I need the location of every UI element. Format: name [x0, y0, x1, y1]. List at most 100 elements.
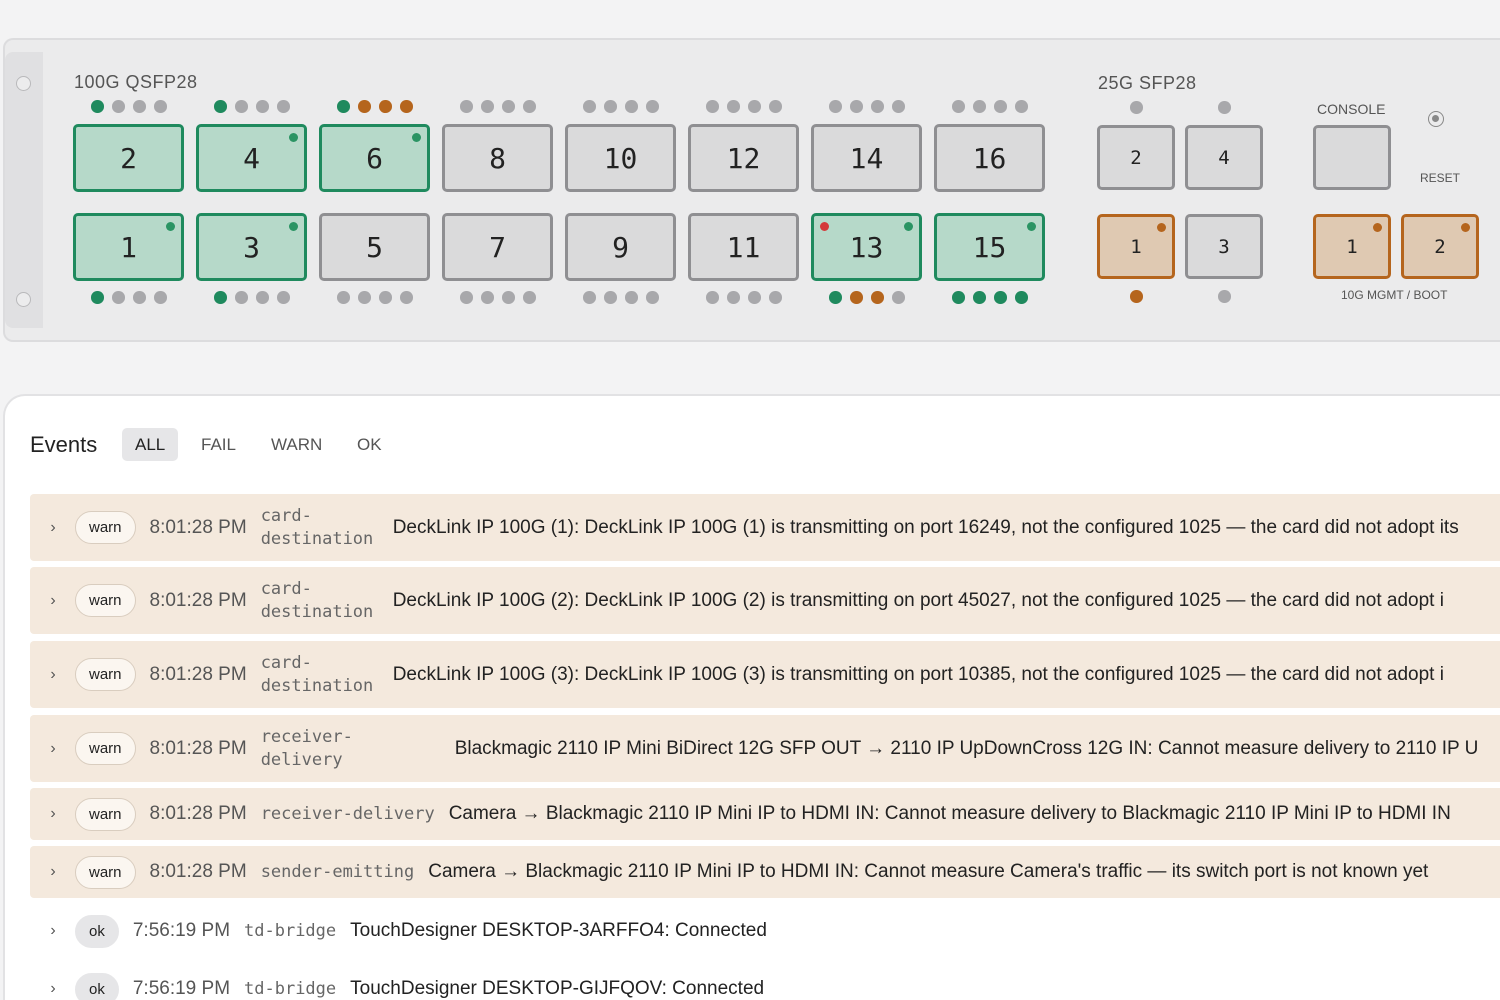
- lane-led-icon: [112, 291, 125, 304]
- lane-led-icon: [604, 100, 617, 113]
- qsfp-port-8[interactable]: 8: [442, 124, 553, 192]
- lane-led-icon: [583, 100, 596, 113]
- lane-led-icon: [748, 291, 761, 304]
- port-label: 14: [849, 141, 884, 175]
- qsfp-port-14[interactable]: 14: [811, 124, 922, 192]
- mgmt-port-2[interactable]: 2: [1401, 214, 1479, 279]
- lane-led-icon: [337, 291, 350, 304]
- event-time: 8:01:28 PM: [149, 861, 247, 882]
- qsfp-port-1[interactable]: 1: [73, 213, 184, 281]
- qsfp-port-3[interactable]: 3: [196, 213, 307, 281]
- lane-led-icon: [646, 100, 659, 113]
- port-label: 16: [972, 141, 1007, 175]
- port-label: 2: [1434, 235, 1446, 258]
- qsfp-lane-leds-16: [952, 100, 1028, 113]
- chevron-right-icon[interactable]: ›: [46, 863, 60, 881]
- event-time: 7:56:19 PM: [132, 920, 231, 941]
- sfp-port-1[interactable]: 1: [1097, 214, 1175, 279]
- chevron-right-icon[interactable]: ›: [46, 805, 60, 823]
- port-label: 1: [120, 230, 137, 264]
- qsfp-port-5[interactable]: 5: [319, 213, 430, 281]
- sfp-port-2[interactable]: 2: [1097, 125, 1175, 190]
- event-row[interactable]: › ok 7:56:19 PM td-bridge TouchDesigner DESK…: [30, 963, 1500, 1000]
- lane-led-icon: [748, 100, 761, 113]
- event-row[interactable]: › warn 8:01:28 PM card-destination DeckLink …: [30, 641, 1500, 708]
- lane-led-icon: [523, 291, 536, 304]
- qsfp-port-10[interactable]: 10: [565, 124, 676, 192]
- qsfp-port-7[interactable]: 7: [442, 213, 553, 281]
- filter-tab-all[interactable]: ALL: [122, 428, 179, 461]
- chevron-right-icon[interactable]: ›: [46, 740, 60, 758]
- chevron-right-icon[interactable]: ›: [46, 980, 60, 998]
- lane-led-icon: [1218, 101, 1231, 114]
- lane-led-icon: [112, 100, 125, 113]
- qsfp-lane-leds-10: [583, 100, 659, 113]
- qsfp-port-4[interactable]: 4: [196, 124, 307, 192]
- port-label: 5: [366, 230, 383, 264]
- port-label: 4: [1218, 146, 1230, 169]
- chevron-right-icon[interactable]: ›: [46, 592, 60, 610]
- event-time: 8:01:28 PM: [149, 516, 247, 538]
- event-row[interactable]: › warn 8:01:28 PM card-destination DeckLink …: [30, 494, 1500, 561]
- rack-screw-icon: [16, 76, 31, 91]
- sfp-port-4[interactable]: 4: [1185, 125, 1263, 190]
- qsfp-port-2[interactable]: 2: [73, 124, 184, 192]
- port-label: 3: [1218, 235, 1230, 258]
- console-label: CONSOLE: [1317, 101, 1386, 117]
- lane-led-icon: [706, 100, 719, 113]
- qsfp-port-15[interactable]: 15: [934, 213, 1045, 281]
- event-row[interactable]: › warn 8:01:28 PM receiver-delivery Camera →…: [30, 788, 1500, 840]
- qsfp-lane-leds-9: [583, 291, 659, 304]
- lane-led-icon: [481, 100, 494, 113]
- event-row[interactable]: › ok 7:56:19 PM td-bridge TouchDesigner DESK…: [30, 905, 1500, 957]
- event-message: Camera → Blackmagic 2110 IP Mini IP to H…: [428, 861, 1429, 882]
- lane-led-icon: [583, 291, 596, 304]
- qsfp-port-16[interactable]: 16: [934, 124, 1045, 192]
- qsfp-port-9[interactable]: 9: [565, 213, 676, 281]
- event-row[interactable]: › warn 8:01:28 PM receiver-delivery Blackmag…: [30, 715, 1500, 782]
- filter-tab-warn[interactable]: WARN: [258, 428, 335, 461]
- chevron-right-icon[interactable]: ›: [46, 922, 60, 940]
- reset-button-icon[interactable]: [1428, 111, 1444, 127]
- event-source: card-destination: [260, 505, 374, 549]
- lane-led-icon: [256, 100, 269, 113]
- qsfp-port-12[interactable]: 12: [688, 124, 799, 192]
- lane-led-icon: [214, 100, 227, 113]
- event-time: 8:01:28 PM: [149, 589, 247, 611]
- lane-led-icon: [1130, 101, 1143, 114]
- console-port[interactable]: [1313, 125, 1391, 190]
- event-source: td-bridge: [244, 920, 337, 941]
- lane-led-icon: [277, 100, 290, 113]
- link-led-icon: [1027, 222, 1036, 231]
- event-message: TouchDesigner DESKTOP-3ARFFO4: Connected: [350, 920, 767, 941]
- rack-ear: [5, 52, 43, 328]
- port-label: 9: [612, 230, 629, 264]
- event-source: receiver-delivery: [260, 726, 353, 770]
- mgmt-label: 10G MGMT / BOOT: [1341, 288, 1448, 302]
- lane-led-icon: [604, 291, 617, 304]
- lane-led-icon: [379, 291, 392, 304]
- lane-led-icon: [994, 291, 1007, 304]
- lane-led-icon: [277, 291, 290, 304]
- qsfp-port-6[interactable]: 6: [319, 124, 430, 192]
- port-label: 12: [726, 141, 761, 175]
- qsfp-port-13[interactable]: 13: [811, 213, 922, 281]
- event-row[interactable]: › warn 8:01:28 PM card-destination DeckLink …: [30, 567, 1500, 634]
- qsfp-port-11[interactable]: 11: [688, 213, 799, 281]
- lane-led-icon: [133, 100, 146, 113]
- link-led-icon: [1461, 223, 1470, 232]
- filter-tab-fail[interactable]: FAIL: [188, 428, 249, 461]
- lane-led-icon: [358, 100, 371, 113]
- qsfp-lane-leds-4: [214, 100, 290, 113]
- lane-led-icon: [133, 291, 146, 304]
- port-label: 6: [366, 141, 383, 175]
- lane-led-icon: [727, 291, 740, 304]
- lane-led-icon: [91, 100, 104, 113]
- mgmt-port-1[interactable]: 1: [1313, 214, 1391, 279]
- filter-tab-ok[interactable]: OK: [344, 428, 395, 461]
- qsfp-lane-leds-15: [952, 291, 1028, 304]
- chevron-right-icon[interactable]: ›: [46, 666, 60, 684]
- sfp-port-3[interactable]: 3: [1185, 214, 1263, 279]
- chevron-right-icon[interactable]: ›: [46, 519, 60, 537]
- event-row[interactable]: › warn 8:01:28 PM sender-emitting Camera → B…: [30, 846, 1500, 898]
